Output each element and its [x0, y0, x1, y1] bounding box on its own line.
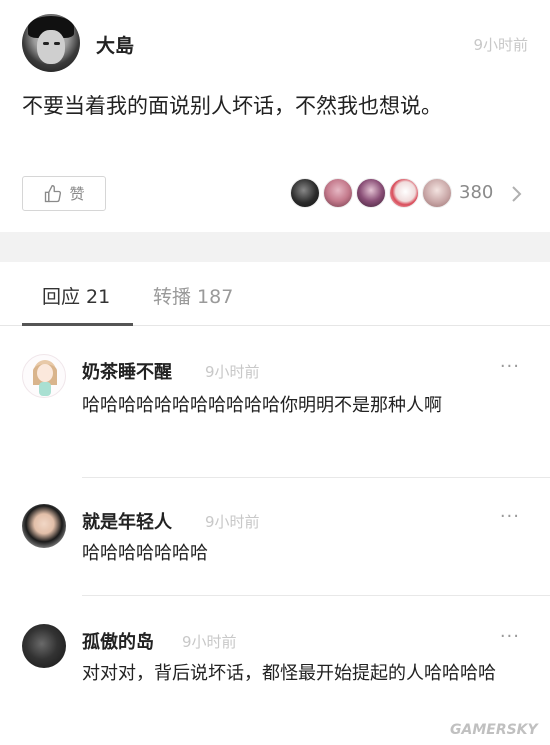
post-time: 9小时前 [473, 36, 528, 54]
comment-time: 9小时前 [182, 633, 237, 651]
comment-item: 奶茶睡不醒 9小时前 ··· 哈哈哈哈哈哈哈哈哈哈哈你明明不是那种人啊 [0, 350, 550, 478]
liker-avatar[interactable] [422, 178, 452, 208]
comment-text: 哈哈哈哈哈哈哈 [82, 543, 208, 564]
comment-item: 孤傲的岛 9小时前 ··· 对对对，背后说坏话，都怪最开始提起的人哈哈哈哈 [0, 620, 550, 730]
commenter-name[interactable]: 就是年轻人 [82, 508, 172, 534]
post-card: 大島 9小时前 不要当着我的面说别人坏话，不然我也想说。 赞 380 [0, 0, 550, 232]
tab-reposts[interactable]: 转播 187 [153, 282, 233, 309]
watermark: GAMERSKY [450, 722, 538, 738]
author-avatar[interactable] [22, 14, 80, 72]
commenter-name[interactable]: 奶茶睡不醒 [82, 358, 172, 384]
thumbs-up-icon [45, 184, 62, 202]
like-button[interactable]: 赞 [22, 176, 106, 211]
more-options-icon[interactable]: ··· [500, 356, 520, 377]
post-text: 不要当着我的面说别人坏话，不然我也想说。 [22, 94, 442, 118]
more-options-icon[interactable]: ··· [500, 506, 520, 527]
commenter-avatar[interactable] [22, 354, 66, 398]
tab-replies[interactable]: 回应 21 [42, 282, 110, 309]
active-tab-indicator [22, 323, 133, 326]
comment-text: 对对对，背后说坏话，都怪最开始提起的人哈哈哈哈 [82, 663, 496, 684]
tab-bar: 回应 21 转播 187 [0, 262, 550, 326]
comment-time: 9小时前 [205, 363, 260, 381]
like-label: 赞 [69, 185, 85, 203]
section-separator [0, 232, 550, 262]
commenter-avatar[interactable] [22, 504, 66, 548]
more-options-icon[interactable]: ··· [500, 626, 520, 647]
comment-time: 9小时前 [205, 513, 260, 531]
liker-avatar[interactable] [356, 178, 386, 208]
comment-item: 就是年轻人 9小时前 ··· 哈哈哈哈哈哈哈 [0, 500, 550, 596]
chevron-right-icon[interactable] [510, 184, 524, 204]
liker-avatars[interactable] [290, 178, 455, 208]
commenter-name[interactable]: 孤傲的岛 [82, 628, 154, 654]
author-name[interactable]: 大島 [96, 31, 134, 58]
comment-divider [82, 595, 550, 596]
comment-divider [82, 477, 550, 478]
commenter-avatar[interactable] [22, 624, 66, 668]
girl-illustration-icon [33, 360, 57, 396]
liker-avatar[interactable] [323, 178, 353, 208]
liker-avatar[interactable] [290, 178, 320, 208]
comment-text: 哈哈哈哈哈哈哈哈哈哈哈你明明不是那种人啊 [82, 395, 442, 416]
liker-avatar[interactable] [389, 178, 419, 208]
like-count[interactable]: 380 [459, 182, 493, 203]
